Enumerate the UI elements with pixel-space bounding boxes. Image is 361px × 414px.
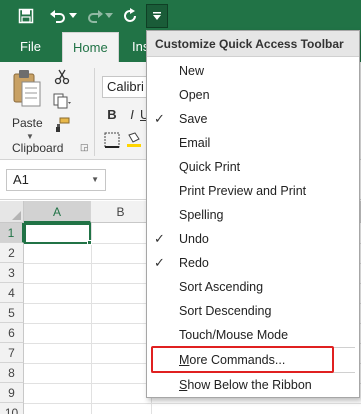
paste-label: Paste [12,116,43,130]
menu-item-label: Show Below the Ribbon [179,378,312,392]
undo-dropdown-icon[interactable] [68,4,78,28]
menu-item-quick-print[interactable]: Quick Print [147,155,359,179]
column-header[interactable]: A [24,201,91,223]
name-box-value: A1 [13,172,29,187]
menu-item-label: Save [179,112,208,126]
cut-icon[interactable] [52,68,72,86]
row-header[interactable]: 6 [0,323,24,343]
row-header[interactable]: 1 [0,223,24,243]
menu-item-sort-ascending[interactable]: Sort Ascending [147,275,359,299]
menu-item-label: Email [179,136,211,150]
borders-icon[interactable] [104,132,122,148]
row-header[interactable]: 5 [0,303,24,323]
menu-item-save[interactable]: ✓ Save [147,107,359,131]
refresh-icon[interactable] [120,4,140,28]
check-icon: ✓ [154,111,165,126]
redo-dropdown-icon[interactable] [104,4,114,28]
menu-item-label: Spelling [179,208,224,222]
customize-qat-menu: Customize Quick Access Toolbar New Open … [146,30,360,398]
row-header[interactable]: 10 [0,403,24,414]
row-header[interactable]: 4 [0,283,24,303]
tab-home[interactable]: Home [62,32,119,63]
copy-icon[interactable] [52,92,72,110]
menu-item-label: Sort Descending [179,304,272,318]
fill-handle[interactable] [87,240,92,245]
menu-item-show-below-ribbon[interactable]: Show Below the Ribbon [147,373,359,397]
row-header[interactable]: 3 [0,263,24,283]
menu-item-label: New [179,64,205,78]
bold-button[interactable]: B [104,106,120,124]
column-header[interactable]: B [91,201,151,223]
undo-icon[interactable] [48,4,68,28]
row-header[interactable]: 2 [0,243,24,263]
italic-button[interactable]: I [124,106,140,124]
menu-item-label: Print Preview and Print [179,184,307,198]
paste-icon [13,70,41,107]
quick-access-toolbar [0,0,361,32]
fill-color-icon[interactable] [126,132,144,148]
menu-item-new[interactable]: New [147,59,359,83]
menu-item-undo[interactable]: ✓ Undo [147,227,359,251]
paste-button[interactable]: Paste ▼ [8,68,50,141]
chevron-down-icon[interactable]: ▼ [91,170,99,190]
menu-item-redo[interactable]: ✓ Redo [147,251,359,275]
menu-item-email[interactable]: Email [147,131,359,155]
menu-item-print-preview[interactable]: Print Preview and Print [147,179,359,203]
group-divider [94,68,95,156]
font-name-field[interactable]: Calibri [102,76,150,98]
menu-item-label: Redo [179,256,209,270]
row-header[interactable]: 7 [0,343,24,363]
menu-item-label: Open [179,88,210,102]
menu-item-label: Quick Print [179,160,241,174]
save-icon[interactable] [14,4,38,28]
row-header[interactable]: 9 [0,383,24,403]
format-painter-icon[interactable] [52,116,72,134]
tab-file[interactable]: File [10,32,51,62]
active-cell[interactable] [24,223,91,244]
dialog-launcher-icon[interactable]: ◲ [80,142,89,153]
grid-line [91,223,92,414]
row-header[interactable]: 8 [0,363,24,383]
customize-icon[interactable] [146,4,168,28]
highlight-box [151,346,334,373]
grid-line [24,403,361,404]
redo-icon[interactable] [86,4,104,28]
menu-item-touch-mouse-mode[interactable]: Touch/Mouse Mode [147,323,359,347]
menu-item-label: Undo [179,232,209,246]
check-icon: ✓ [154,255,165,270]
check-icon: ✓ [154,231,165,246]
menu-item-spelling[interactable]: Spelling [147,203,359,227]
menu-item-label: Sort Ascending [179,280,264,294]
chevron-down-icon[interactable]: ▼ [26,132,34,141]
select-all-button[interactable] [0,201,24,223]
menu-item-open[interactable]: Open [147,83,359,107]
menu-item-label: Touch/Mouse Mode [179,328,289,342]
clipboard-group-label: Clipboard [12,141,64,155]
name-box[interactable]: A1 ▼ [6,169,106,191]
menu-item-sort-descending[interactable]: Sort Descending [147,299,359,323]
menu-title: Customize Quick Access Toolbar [147,31,359,57]
